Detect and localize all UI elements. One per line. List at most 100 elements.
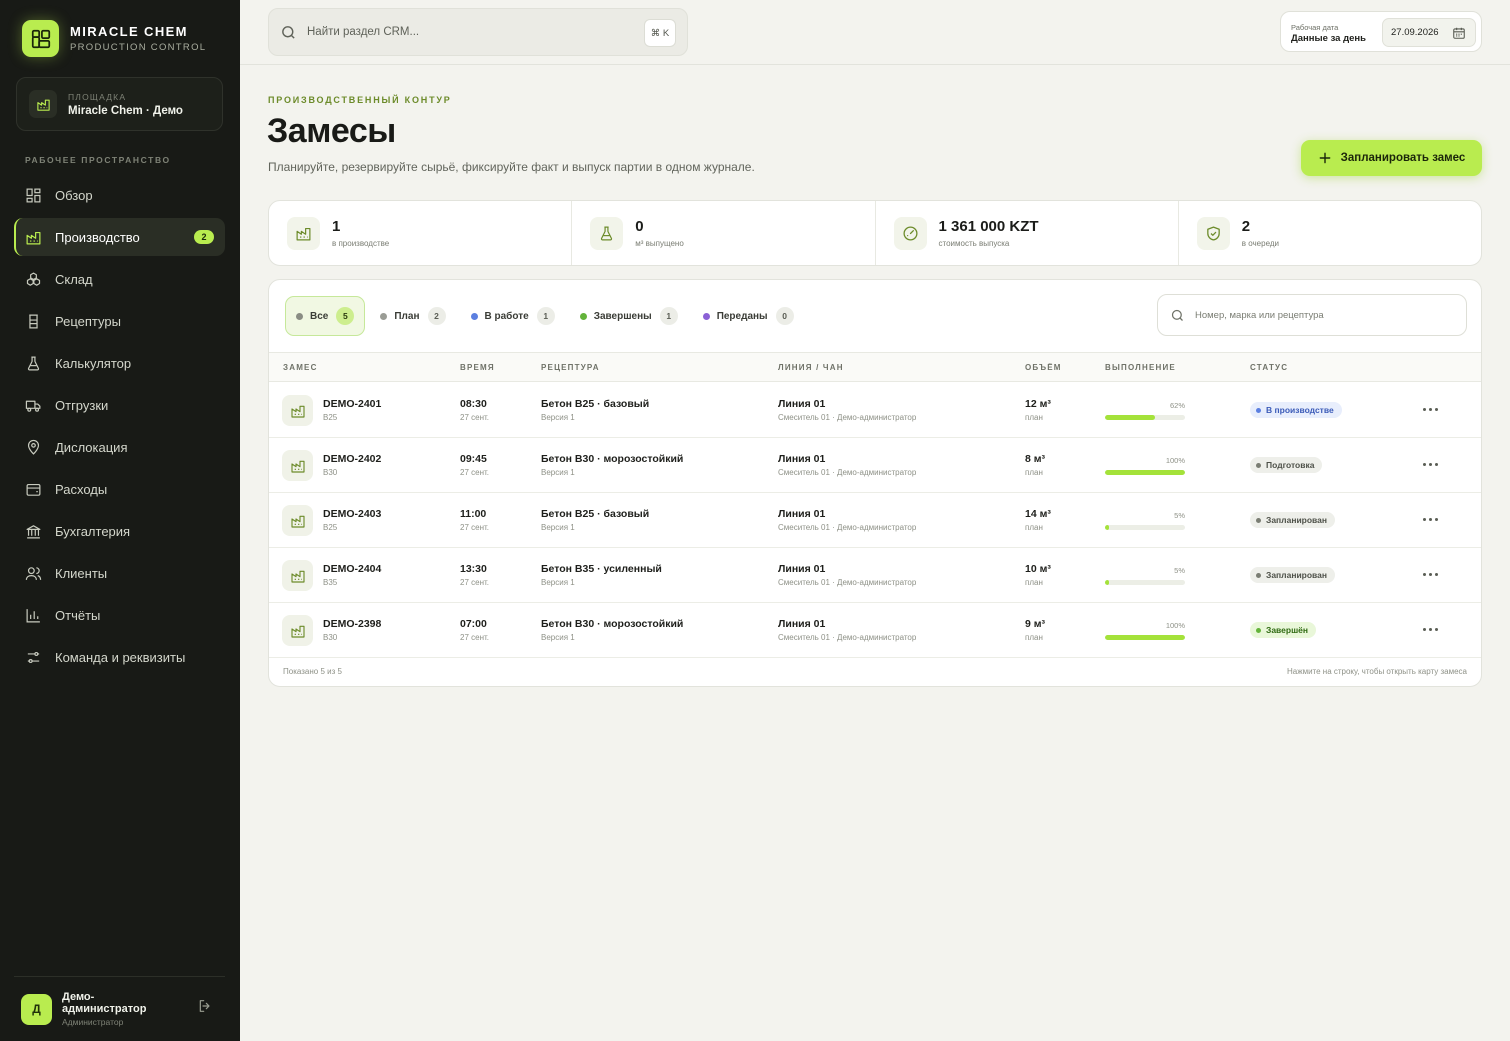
filter-count: 0	[775, 307, 794, 325]
filter-count: 1	[536, 307, 555, 325]
calendar-icon	[1453, 27, 1465, 39]
plan-batch-button[interactable]: Запланировать замес	[1301, 140, 1482, 176]
search-shortcut-badge: ⌘ K	[644, 19, 676, 47]
site-selector[interactable]: ПЛОЩАДКА Miracle Chem · Демо	[16, 77, 223, 131]
sidebar-item-dislocation[interactable]: Дислокация	[14, 428, 225, 466]
batch-grade: B30	[323, 633, 338, 642]
batch-time: 07:00	[460, 618, 487, 630]
recipe-version: Версия 1	[541, 523, 575, 532]
stat-label: м³ выпущено	[635, 239, 684, 248]
date-mode: Данные за день	[1291, 33, 1366, 44]
batch-line-detail: Смеситель 01 · Демо-администратор	[778, 523, 917, 532]
filter-transferred[interactable]: Переданы 0	[693, 296, 804, 336]
status-dot	[1256, 517, 1261, 523]
more-actions-button[interactable]	[1423, 573, 1441, 576]
status-badge: Запланирован	[1250, 567, 1336, 583]
filter-completed[interactable]: Завершены 1	[570, 296, 688, 336]
filter-label: Все	[310, 310, 329, 322]
filter-label: Завершены	[593, 310, 652, 322]
batch-date: 27 сент.	[460, 468, 489, 477]
more-dot	[1429, 628, 1432, 631]
batch-volume: 9 м³	[1025, 618, 1046, 630]
sidebar-item-reports[interactable]: Отчёты	[14, 596, 225, 634]
table-row[interactable]: DEMO-2403 B25 11:00 27 сент. Бетон B25 · баз…	[269, 493, 1481, 548]
avatar: Д	[21, 993, 52, 1025]
batch-grade: B25	[323, 523, 338, 532]
date-input[interactable]: 27.09.2026	[1382, 18, 1476, 47]
sidebar-item-accounting[interactable]: Бухгалтерия	[14, 512, 225, 550]
sidebar-item-expenses[interactable]: Расходы	[14, 470, 225, 508]
sidebar-item-calculator[interactable]: Калькулятор	[14, 344, 225, 382]
sidebar-item-clients[interactable]: Клиенты	[14, 554, 225, 592]
logout-button[interactable]	[197, 998, 213, 1019]
brand[interactable]: MIRACLE CHEM PRODUCTION CONTROL	[22, 20, 206, 57]
stat-in-queue: 2 в очереди	[1179, 201, 1481, 265]
crm-search-input[interactable]: Найти раздел CRM... ⌘ K	[268, 8, 688, 56]
more-dot	[1423, 408, 1426, 411]
sidebar-item-shipments[interactable]: Отгрузки	[14, 386, 225, 424]
table-search-input[interactable]: Номер, марка или рецептура	[1157, 294, 1467, 336]
batch-date: 27 сент.	[460, 578, 489, 587]
brand-title: MIRACLE CHEM	[70, 24, 188, 39]
progress-fill	[1105, 470, 1185, 475]
factory-icon	[282, 615, 313, 646]
progress-percent: 62%	[1169, 401, 1185, 410]
stat-value: 2	[1241, 218, 1251, 235]
more-dot	[1423, 463, 1426, 466]
table-row[interactable]: DEMO-2404 B35 13:30 27 сент. Бетон B35 · уси…	[269, 548, 1481, 603]
batch-recipe: Бетон B35 · усиленный	[541, 563, 662, 575]
progress-percent: 5%	[1174, 511, 1185, 520]
sidebar-item-production[interactable]: Производство 2	[14, 218, 225, 256]
table-row[interactable]: DEMO-2402 B30 09:45 27 сент. Бетон B30 · мор…	[269, 438, 1481, 493]
batch-time: 09:45	[460, 453, 487, 465]
stat-value: 1 361 000 KZT	[938, 218, 1039, 235]
batch-line-detail: Смеситель 01 · Демо-администратор	[778, 633, 917, 642]
col-status: СТАТУС	[1250, 363, 1289, 372]
batch-time: 11:00	[460, 508, 487, 520]
recipe-version: Версия 1	[541, 468, 575, 477]
sidebar-item-label: Отгрузки	[55, 397, 109, 413]
more-actions-button[interactable]	[1423, 408, 1441, 411]
filter-in-progress[interactable]: В работе 1	[461, 296, 565, 336]
user-panel: Д Демо-администратор Администратор	[14, 976, 225, 1041]
stat-label: стоимость выпуска	[938, 239, 1010, 248]
batch-volume-type: план	[1025, 578, 1043, 587]
flask-icon	[27, 356, 40, 370]
search-icon	[282, 25, 295, 39]
more-actions-button[interactable]	[1423, 463, 1441, 466]
batch-line-detail: Смеситель 01 · Демо-администратор	[778, 578, 917, 587]
filter-plan[interactable]: План 2	[370, 296, 455, 336]
recipe-icon	[29, 314, 38, 328]
sidebar-item-team[interactable]: Команда и реквизиты	[14, 638, 225, 676]
factory-icon	[29, 90, 57, 118]
batch-recipe: Бетон B25 · базовый	[541, 508, 650, 520]
gauge-icon	[893, 216, 927, 250]
batch-id: DEMO-2401	[323, 398, 382, 410]
table-row[interactable]: DEMO-2401 B25 08:30 27 сент. Бетон B25 · баз…	[269, 383, 1481, 438]
status-dot	[1256, 407, 1261, 413]
batch-volume-type: план	[1025, 468, 1043, 477]
sidebar-item-label: Отчёты	[55, 607, 101, 623]
sidebar-item-label: Обзор	[55, 187, 93, 203]
sidebar-item-overview[interactable]: Обзор	[14, 176, 225, 214]
filter-all[interactable]: Все 5	[285, 296, 366, 336]
plus-icon	[1319, 152, 1331, 164]
status-label: Запланирован	[1266, 515, 1328, 525]
batch-line-detail: Смеситель 01 · Демо-администратор	[778, 468, 917, 477]
table-row[interactable]: DEMO-2398 B30 07:00 27 сент. Бетон B30 · мор…	[269, 603, 1481, 658]
flask-icon	[590, 216, 624, 250]
more-actions-button[interactable]	[1423, 518, 1441, 521]
batch-volume-type: план	[1025, 523, 1043, 532]
user-role: Администратор	[62, 1017, 124, 1027]
batch-line: Линия 01	[778, 398, 826, 410]
progress-bar	[1105, 635, 1185, 640]
sidebar-item-recipes[interactable]: Рецептуры	[14, 302, 225, 340]
wallet-icon	[26, 483, 41, 496]
more-dot	[1429, 573, 1432, 576]
sidebar-item-warehouse[interactable]: Склад	[14, 260, 225, 298]
more-actions-button[interactable]	[1423, 628, 1441, 631]
site-name: Miracle Chem · Демо	[68, 104, 183, 117]
batch-volume: 14 м³	[1025, 508, 1051, 520]
factory-icon	[282, 560, 313, 591]
col-recipe: РЕЦЕПТУРА	[541, 363, 600, 372]
